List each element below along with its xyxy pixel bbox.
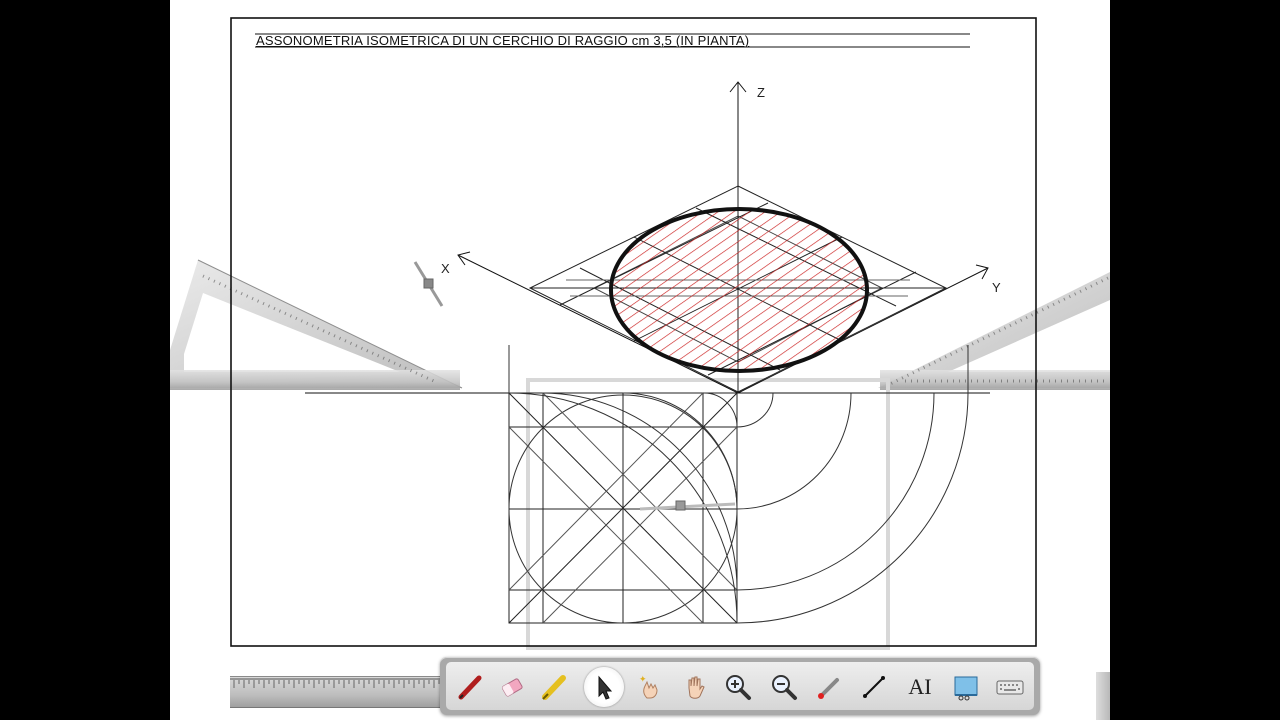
axis-label-x: X	[441, 261, 450, 276]
technical-drawing[interactable]	[0, 0, 1280, 720]
isometric-ellipse	[609, 207, 869, 373]
zoom-out-button[interactable]	[764, 667, 804, 707]
selection-frame	[526, 378, 890, 650]
highlighter-icon	[542, 675, 566, 700]
pen-tool-button[interactable]	[450, 667, 490, 707]
screen-capture-icon	[954, 676, 978, 701]
select-tool-button[interactable]	[584, 667, 624, 707]
on-screen-keyboard-button[interactable]	[990, 667, 1030, 707]
drawing-title: ASSONOMETRIA ISOMETRICA DI UN CERCHIO DI…	[256, 33, 750, 48]
axis-label-z: Z	[757, 85, 765, 100]
magic-hand-icon: ✦	[639, 675, 658, 699]
magic-hand-tool-button[interactable]: ✦	[630, 667, 670, 707]
zoom-in-button[interactable]	[718, 667, 758, 707]
left-set-square[interactable]	[170, 259, 463, 390]
floating-toolbar: ✦ AI	[440, 657, 1040, 715]
compass-needle-icon[interactable]	[413, 261, 444, 307]
zoom-in-icon	[726, 675, 751, 700]
hand-icon	[688, 676, 705, 699]
pan-tool-button[interactable]	[675, 667, 715, 707]
red-pen-icon	[458, 675, 482, 700]
line-icon	[863, 676, 885, 698]
eraser-tool-button[interactable]	[492, 667, 532, 707]
arrow-cursor-icon	[598, 675, 613, 700]
svg-text:✦: ✦	[639, 675, 647, 685]
screen-capture-button[interactable]	[946, 667, 986, 707]
highlighter-tool-button[interactable]	[534, 667, 574, 707]
laser-pointer-icon	[818, 678, 839, 699]
plan-view	[508, 392, 738, 624]
laser-pointer-button[interactable]	[810, 667, 850, 707]
line-tool-button[interactable]	[854, 667, 894, 707]
right-ruler-stub	[1096, 672, 1110, 720]
eraser-icon	[501, 678, 523, 697]
zoom-out-icon	[772, 675, 797, 700]
keyboard-icon	[996, 680, 1024, 695]
axis-label-y: Y	[992, 280, 1001, 295]
text-tool-button[interactable]: AI	[900, 667, 940, 707]
text-tool-icon: AI	[908, 674, 932, 699]
